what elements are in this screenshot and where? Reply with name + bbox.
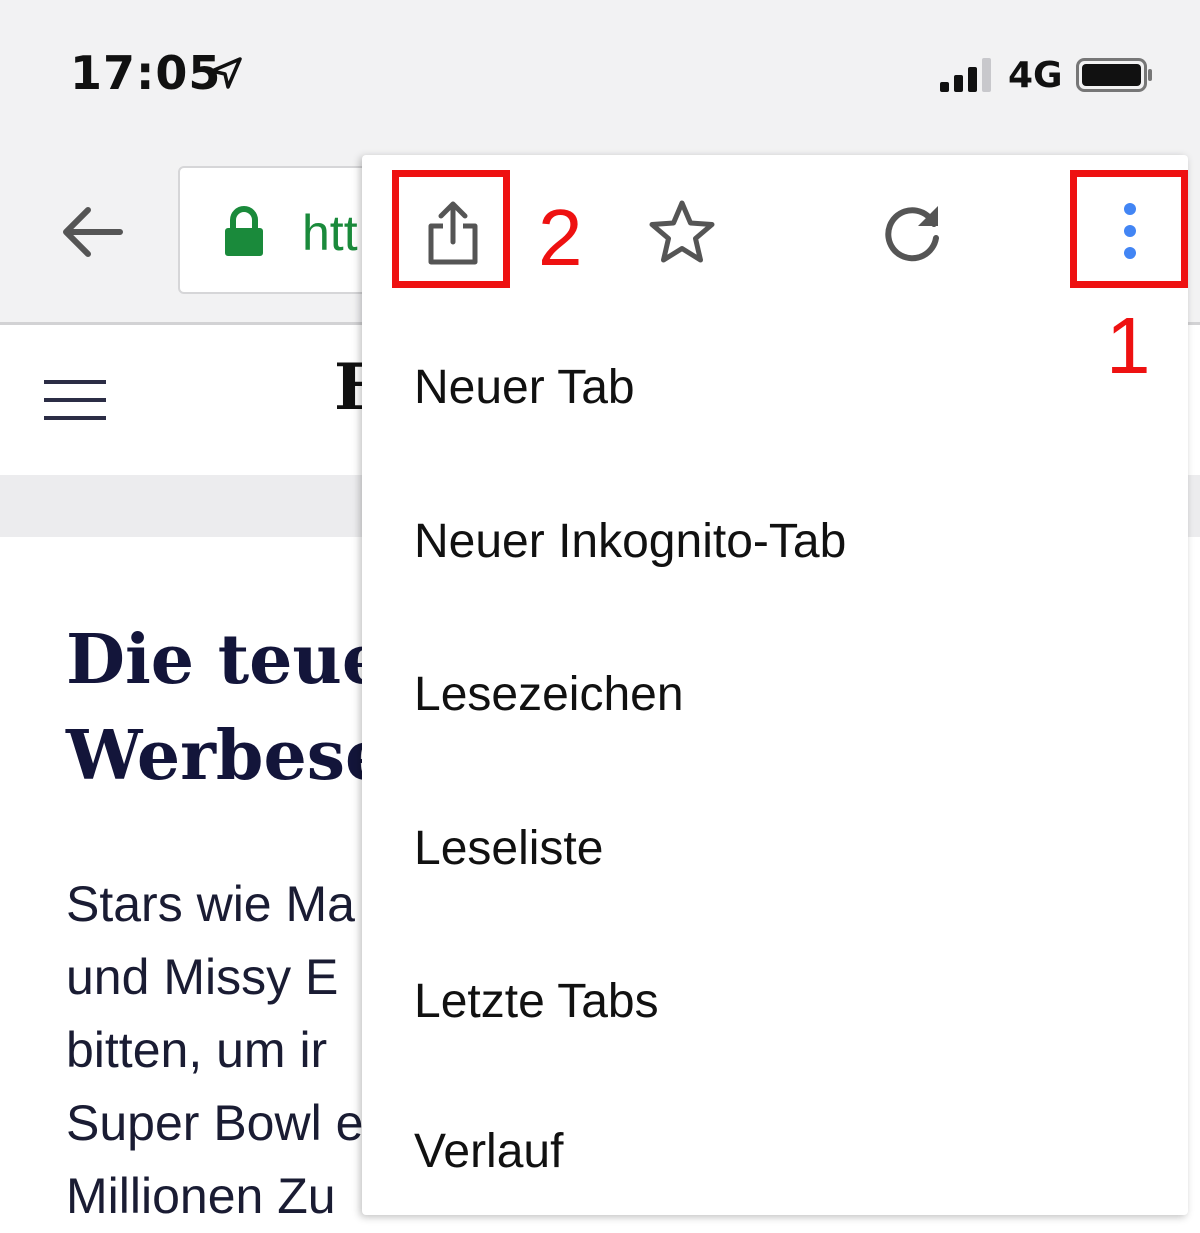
status-time: 17:05 bbox=[70, 46, 222, 100]
menu-item-new-tab[interactable]: Neuer Tab bbox=[362, 336, 1188, 436]
step-label-2: 2 bbox=[538, 193, 583, 282]
reload-icon[interactable] bbox=[880, 198, 946, 264]
menu-item-label: Leseliste bbox=[414, 822, 604, 875]
more-highlight-box bbox=[1070, 170, 1188, 288]
menu-item-reading-list[interactable]: Leseliste bbox=[362, 797, 1188, 897]
menu-item-label: Lesezeichen bbox=[414, 668, 684, 721]
menu-item-history[interactable]: Verlauf bbox=[362, 1100, 1188, 1200]
network-type: 4G bbox=[1008, 55, 1063, 96]
back-arrow-icon[interactable] bbox=[58, 204, 124, 260]
menu-item-label: Letzte Tabs bbox=[414, 975, 659, 1028]
menu-item-new-incognito-tab[interactable]: Neuer Inkognito-Tab bbox=[362, 490, 1188, 590]
address-bar-url[interactable]: htt bbox=[302, 204, 358, 262]
location-arrow-icon bbox=[210, 57, 242, 89]
lock-icon bbox=[225, 206, 263, 256]
star-icon[interactable] bbox=[648, 198, 716, 266]
cellular-signal-icon bbox=[940, 58, 991, 92]
battery-icon bbox=[1076, 58, 1152, 92]
menu-item-recent-tabs[interactable]: Letzte Tabs bbox=[362, 950, 1188, 1050]
share-highlight-box bbox=[392, 170, 510, 288]
menu-item-label: Neuer Tab bbox=[414, 361, 635, 414]
menu-item-label: Neuer Inkognito-Tab bbox=[414, 515, 847, 568]
menu-item-label: Verlauf bbox=[414, 1125, 564, 1178]
hamburger-icon[interactable] bbox=[44, 378, 106, 422]
menu-item-bookmarks[interactable]: Lesezeichen bbox=[362, 643, 1188, 743]
